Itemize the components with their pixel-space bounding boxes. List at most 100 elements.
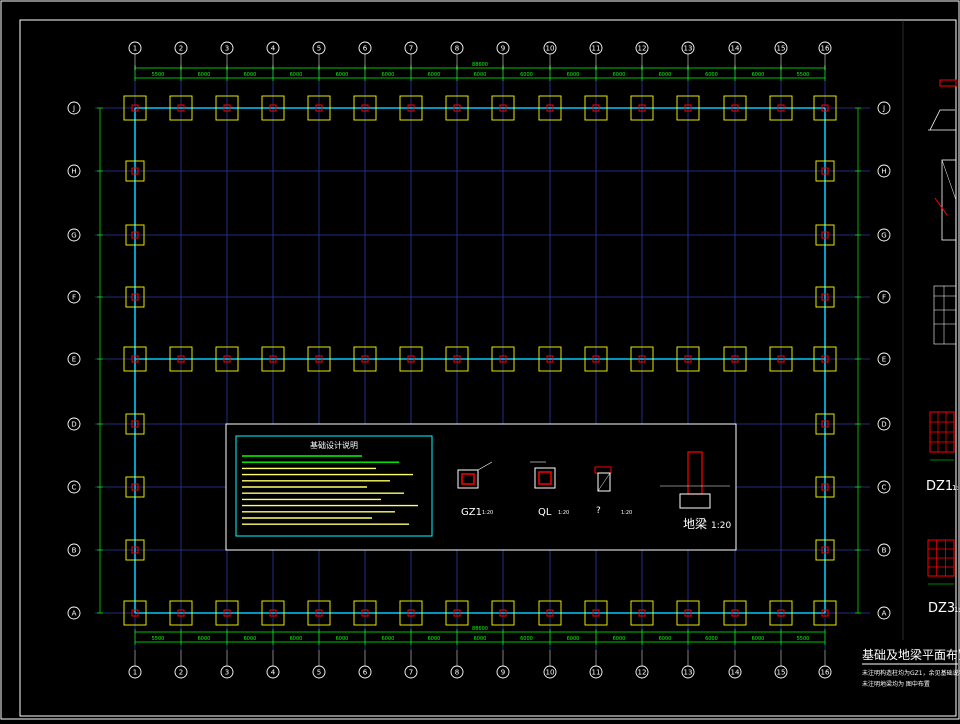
axis-bubbles: 1122334455667788991010111112121313141415… [67, 41, 891, 679]
axis-bubble-right-F-label: F [882, 294, 886, 302]
dim-text-bottom-15: 5500 [797, 636, 810, 642]
dim-text-bottom-10: 6000 [567, 636, 580, 642]
axis-bubble-top-1-label: 1 [133, 45, 137, 53]
dim-text-bottom-12: 6000 [659, 636, 672, 642]
dz3-rebar-grid [927, 539, 955, 577]
dim-text-bottom-1: 5500 [152, 636, 165, 642]
axis-bubble-bottom-15-label: 15 [777, 669, 786, 677]
axis-bubble-right-C-label: C [882, 484, 887, 492]
detail-three-label: ? [596, 506, 601, 516]
dim-text-bottom-11: 6000 [613, 636, 626, 642]
gz1-scale: 1:20 [482, 510, 493, 516]
elevation-detail-mark [934, 197, 948, 216]
dim-text-top-2: 6000 [198, 72, 211, 78]
schedule-table [933, 285, 957, 345]
axis-bubble-top-8-label: 8 [455, 45, 459, 53]
dim-text-top-14: 6000 [752, 72, 765, 78]
axis-bubble-right-J-label: J [882, 105, 885, 113]
axis-bubble-right-G-label: G [881, 232, 886, 240]
dim-text-top-10: 6000 [567, 72, 580, 78]
notes-panel-title: 基础设计说明 [310, 440, 358, 450]
foundation-plan-drawing: 5500 6000 6000 6000 6000 6000 6000 6000 6000 6000… [0, 0, 960, 720]
axis-bubble-bottom-2-label: 2 [179, 669, 183, 677]
dim-text-top-12: 6000 [659, 72, 672, 78]
axis-bubble-bottom-12-label: 12 [638, 669, 647, 677]
sheet-inner-border [19, 19, 957, 717]
title-note-line2: 未注明地梁均为 图中布置 [862, 680, 930, 688]
dim-text-top-11: 6000 [613, 72, 626, 78]
axis-bubble-top-9-label: 9 [501, 45, 505, 53]
axis-bubble-top-3-label: 3 [225, 45, 229, 53]
dz3-label: DZ3 [928, 601, 955, 616]
ground-beam-scale: 1:20 [711, 521, 731, 531]
axis-bubble-right-E-label: E [882, 356, 886, 364]
axis-bubble-top-16-label: 16 [821, 45, 830, 53]
axis-bubble-top-15-label: 15 [777, 45, 786, 53]
axis-bubble-top-6-label: 6 [363, 45, 368, 53]
dim-text-bottom-5: 6000 [336, 636, 349, 642]
roof-detail-profile [929, 109, 955, 131]
dim-text-bottom-4: 6000 [290, 636, 303, 642]
title-block: 基础及地梁平面布置 未注明构造柱均为GZ1，余见基础说明 未注明地梁均为 图中布… [862, 647, 960, 688]
axis-grid [95, 70, 870, 650]
dz1-label: DZ1 [926, 479, 953, 494]
axis-bubble-bottom-6-label: 6 [363, 669, 368, 677]
axis-bubble-right-B-label: B [882, 547, 887, 555]
axis-bubble-top-13-label: 13 [684, 45, 693, 53]
dim-text-top-9: 6000 [520, 72, 533, 78]
axis-bubble-bottom-10-label: 10 [546, 669, 555, 677]
axis-bubble-bottom-1-label: 1 [133, 669, 137, 677]
axis-bubble-left-C-label: C [72, 484, 77, 492]
dim-overall-text-top: 88600 [472, 62, 488, 68]
axis-bubble-top-5-label: 5 [317, 45, 321, 53]
dim-text-top-5: 6000 [336, 72, 349, 78]
axis-bubble-bottom-16-label: 16 [821, 669, 830, 677]
axis-bubble-left-G-label: G [71, 232, 76, 240]
axis-bubble-bottom-4-label: 4 [271, 669, 276, 677]
axis-bubble-top-4-label: 4 [271, 45, 276, 53]
drawing-title: 基础及地梁平面布置 [862, 647, 960, 662]
cad-drawing-canvas: 5500 6000 6000 6000 6000 6000 6000 6000 6000 6000… [0, 0, 960, 720]
axis-bubble-bottom-9-label: 9 [501, 669, 505, 677]
title-note-line1: 未注明构造柱均为GZ1，余见基础说明 [862, 669, 960, 677]
dim-text-top-4: 6000 [290, 72, 303, 78]
dim-text-top-15: 5500 [797, 72, 810, 78]
dim-text-bottom-2: 6000 [198, 636, 211, 642]
axis-bubble-top-2-label: 2 [179, 45, 183, 53]
dim-text-top-13: 6000 [705, 72, 718, 78]
axis-bubble-left-B-label: B [72, 547, 77, 555]
axis-bubble-top-11-label: 11 [592, 45, 601, 53]
axis-bubble-right-A-label: A [882, 610, 887, 618]
axis-bubble-bottom-3-label: 3 [225, 669, 229, 677]
roof-detail-marker [939, 79, 957, 87]
axis-bubble-top-7-label: 7 [409, 45, 413, 53]
axis-bubble-left-E-label: E [72, 356, 76, 364]
axis-bubble-left-A-label: A [72, 610, 77, 618]
axis-bubble-bottom-7-label: 7 [409, 669, 413, 677]
gz1-label: GZ1 [461, 507, 482, 518]
dim-text-bottom-7: 6000 [428, 636, 441, 642]
dim-text-top-3: 6000 [244, 72, 257, 78]
axis-bubble-left-H-label: H [71, 168, 76, 176]
dim-overall-text-bottom: 88600 [472, 626, 488, 632]
axis-bubble-bottom-13-label: 13 [684, 669, 693, 677]
dim-text-bottom-9: 6000 [520, 636, 533, 642]
notes-panel: 基础设计说明 GZ1 1:20 QL 1:20 ? 1:20 地梁 1:20 [225, 423, 737, 551]
axis-bubble-bottom-8-label: 8 [455, 669, 459, 677]
axis-bubble-top-14-label: 14 [731, 45, 740, 53]
ground-beam-label: 地梁 [683, 516, 707, 531]
dim-text-bottom-14: 6000 [752, 636, 765, 642]
axis-bubble-right-D-label: D [881, 421, 886, 429]
axis-bubble-bottom-11-label: 11 [592, 669, 601, 677]
dim-text-top-7: 6000 [428, 72, 441, 78]
axis-bubble-left-D-label: D [71, 421, 76, 429]
axis-bubble-top-12-label: 12 [638, 45, 647, 53]
dz3-scale: 1: [954, 606, 960, 614]
axis-bubble-left-J-label: J [72, 105, 75, 113]
axis-bubble-left-F-label: F [72, 294, 76, 302]
axis-bubble-bottom-14-label: 14 [731, 669, 740, 677]
detail-three-scale: 1:20 [621, 510, 632, 516]
axis-bubble-bottom-5-label: 5 [317, 669, 321, 677]
dim-text-top-1: 5500 [152, 72, 165, 78]
ql-label: QL [538, 507, 552, 518]
